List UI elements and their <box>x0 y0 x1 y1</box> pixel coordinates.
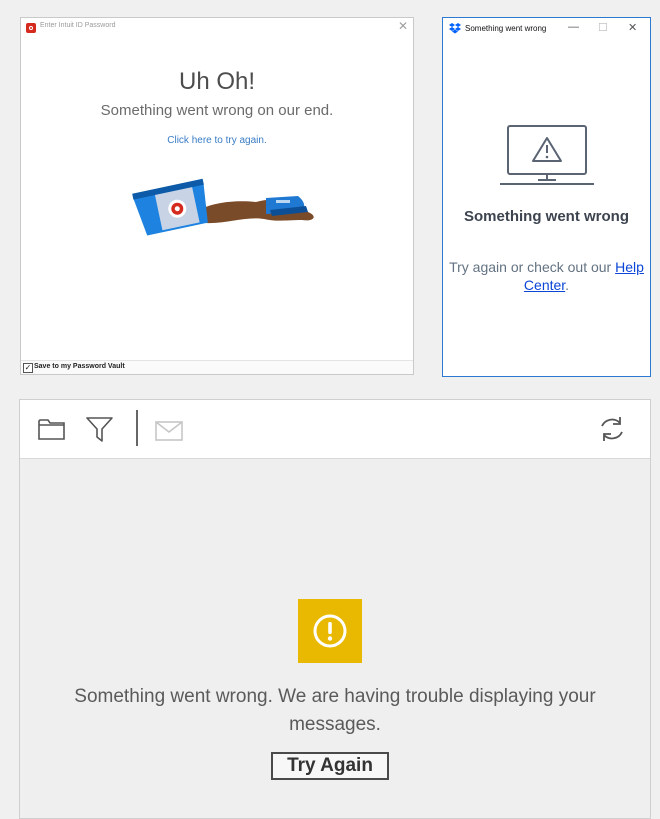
monitor-warning-icon <box>500 125 594 185</box>
close-button[interactable]: ✕ <box>628 21 637 34</box>
description-period: . <box>565 277 570 293</box>
try-again-button[interactable]: Try Again <box>271 752 389 780</box>
intuit-titlebar: Enter Intuit ID Password ✕ <box>21 18 413 38</box>
dropbox-window-title: Something went wrong <box>465 24 547 33</box>
intuit-window-title: Enter Intuit ID Password <box>40 22 116 29</box>
mail-icon[interactable] <box>155 421 183 441</box>
cup-lid-tab <box>276 200 290 203</box>
toolbar-separator <box>136 410 138 446</box>
dropbox-error-window: Something went wrong — ☐ ✕ Something wen… <box>442 17 651 377</box>
refresh-icon[interactable] <box>598 414 626 444</box>
dropbox-error-heading: Something went wrong <box>464 208 629 225</box>
maximize-button[interactable]: ☐ <box>598 21 608 34</box>
try-again-link[interactable]: Click here to try again. <box>21 135 413 146</box>
intuit-password-window: Enter Intuit ID Password ✕ Uh Oh! Someth… <box>20 17 414 375</box>
spilled-coffee-cup-illustration <box>132 178 314 236</box>
messages-toolbar <box>20 400 650 459</box>
dropbox-icon <box>449 23 461 34</box>
filter-icon[interactable] <box>86 415 114 443</box>
exclamation-circle-icon <box>313 614 347 648</box>
save-vault-label[interactable]: Save to my Password Vault <box>34 363 125 370</box>
error-heading: Uh Oh! <box>178 68 256 95</box>
save-vault-checkbox[interactable]: ✓ <box>23 363 33 373</box>
description-text: Try again or check out our <box>449 259 612 275</box>
folder-icon[interactable] <box>38 417 66 441</box>
close-icon[interactable]: ✕ <box>398 19 408 33</box>
alert-badge <box>298 599 362 663</box>
dropbox-error-description: Try again or check out our Help Center. <box>443 258 650 294</box>
vault-footer: ✓ Save to my Password Vault <box>21 360 413 374</box>
error-subtitle: Something went wrong on our end. <box>100 102 334 119</box>
messages-pane: Something went wrong. We are having trou… <box>19 399 651 819</box>
dropbox-titlebar: Something went wrong — ☐ ✕ <box>443 18 650 40</box>
error-message: Something went wrong. We are having trou… <box>74 686 596 735</box>
minimize-button[interactable]: — <box>568 21 579 33</box>
intuit-app-icon <box>26 23 36 33</box>
cup-body <box>132 178 208 236</box>
